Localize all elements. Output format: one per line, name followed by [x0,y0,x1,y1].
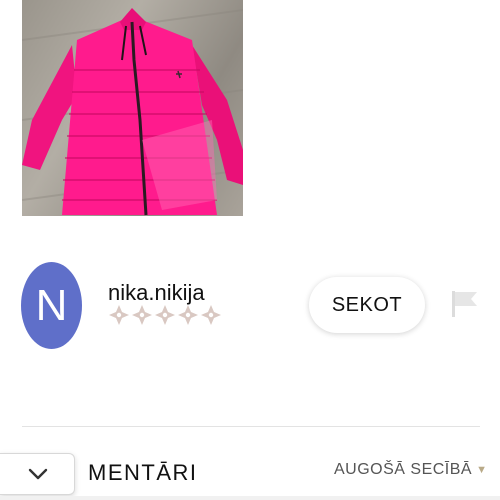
seller-username[interactable]: nika.nikija [108,280,205,306]
star-icon [154,304,177,326]
avatar-letter: N [35,281,68,330]
seller-rating [108,304,223,328]
collapse-button[interactable] [0,453,75,495]
section-divider [22,426,480,427]
jacket-image [22,8,243,216]
star-icon [177,304,200,326]
sort-label: AUGOŠĀ SECĪBĀ [334,461,473,478]
comments-title: MENTĀRI [88,460,198,485]
star-icon [131,304,154,326]
flag-icon[interactable] [449,290,479,323]
star-icon [200,304,223,326]
caret-down-icon: ▼ [476,464,488,476]
bottom-edge [0,496,500,500]
seller-avatar[interactable]: N [21,262,82,349]
follow-button[interactable]: SEKOT [309,277,425,333]
listing-photo[interactable] [22,0,243,216]
sort-dropdown[interactable]: AUGOŠĀ SECĪBĀ ▼ [334,461,487,479]
star-icon [108,304,131,326]
chevron-down-icon [28,468,48,480]
